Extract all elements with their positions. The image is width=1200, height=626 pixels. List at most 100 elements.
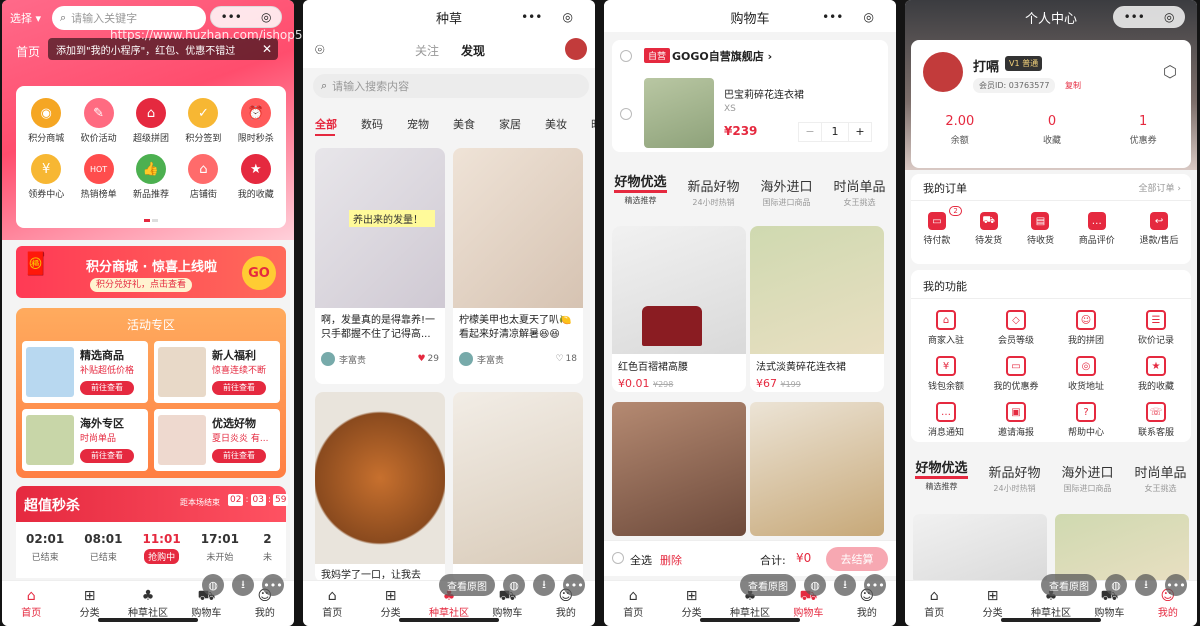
tab-home[interactable]: ⌂ 首页 (604, 581, 662, 626)
grid-item-hot-list[interactable]: HOT 热销榜单 (72, 154, 124, 200)
product-card[interactable]: 法式淡黄碎花连衣裙 ¥67 ¥199 (750, 226, 884, 392)
category-tab[interactable]: 时尚单品 女王挑选 (1134, 462, 1186, 494)
more-icon[interactable]: ••• (864, 574, 886, 596)
grid-item-store-street[interactable]: ⌂ 店铺街 (177, 154, 229, 200)
grid-item-coupon-center[interactable]: ¥ 领券中心 (20, 154, 72, 200)
miniprogram-capsule[interactable]: ••• ◎ (210, 6, 282, 28)
grid-item-points-mall[interactable]: ◉ 积分商城 (20, 98, 72, 144)
checkout-button[interactable]: 去结算 (826, 547, 888, 571)
product-card[interactable]: 红色百褶裙高腰 ¥0.01 ¥298 (612, 226, 746, 392)
grid-item-flash-sale[interactable]: ⏰ 限时秒杀 (230, 98, 282, 144)
stat-item[interactable]: 1 优惠券 (1130, 114, 1157, 146)
download-icon[interactable]: ⭳ (232, 574, 254, 596)
stat-item[interactable]: 2.00 余额 (945, 114, 974, 146)
download-icon[interactable]: ⭳ (834, 574, 856, 596)
function-help-center[interactable]: ? 帮助中心 (1051, 402, 1121, 438)
all-orders-link[interactable]: 全部订单 › (1139, 181, 1181, 194)
miniprogram-capsule[interactable]: ••• ◎ (812, 6, 884, 28)
function-customer-service[interactable]: ☏ 联系客服 (1121, 402, 1191, 438)
category-tab[interactable]: 家居 (499, 116, 521, 132)
qr-icon[interactable]: ◍ (1105, 574, 1127, 596)
heart-icon[interactable]: ♥ (417, 354, 425, 364)
category-tab[interactable]: 美妆 (545, 116, 567, 132)
avatar[interactable] (565, 38, 587, 60)
category-tab[interactable]: 新品好物 24小时热销 (687, 176, 739, 208)
category-tab[interactable]: 新品好物 24小时热销 (988, 462, 1040, 494)
view-button[interactable]: 前往查看 (80, 449, 134, 463)
category-tab[interactable]: 宠物 (407, 116, 429, 132)
activity-card[interactable]: 新人福利 惊喜连续不断 前往查看 (154, 341, 280, 403)
select-all-checkbox[interactable] (612, 552, 624, 564)
order-pending-shipment[interactable]: ⛟ 待发货 (975, 212, 1002, 246)
increase-button[interactable]: + (849, 123, 871, 141)
close-icon[interactable]: ✕ (262, 42, 272, 56)
tab-home[interactable]: ⌂ 首页 (2, 581, 60, 626)
category-tab[interactable]: 全部 (315, 116, 337, 132)
view-original-button[interactable]: 查看原图 (1041, 574, 1097, 596)
stat-item[interactable]: 0 收藏 (1043, 114, 1061, 146)
category-tab[interactable]: 好物优选 精选推荐 (915, 462, 968, 492)
banner-go-badge[interactable]: GO (242, 256, 276, 290)
close-capsule-icon[interactable]: ◎ (863, 10, 873, 24)
function-shipping-address[interactable]: ◎ 收货地址 (1051, 356, 1121, 392)
view-original-button[interactable]: 查看原图 (439, 574, 495, 596)
member-level-badge[interactable]: V1 普通 (1005, 56, 1043, 71)
activity-card[interactable]: 优选好物 夏日炎炎 有... 前往查看 (154, 409, 280, 471)
search-input[interactable]: ⌕ 请输入关键字 (52, 6, 206, 30)
qr-icon[interactable]: ◍ (503, 574, 525, 596)
miniprogram-capsule[interactable]: ••• ◎ (1113, 6, 1185, 28)
order-pending-payment[interactable]: ▭ 2 待付款 (923, 206, 962, 246)
product-image[interactable] (612, 402, 746, 536)
category-tab[interactable]: 好物优选 精选推荐 (614, 176, 667, 206)
category-tab[interactable]: 数码 (361, 116, 383, 132)
grid-item-group-buy[interactable]: ⌂ 超级拼团 (125, 98, 177, 144)
copy-button[interactable]: 复制 (1065, 80, 1081, 91)
function-my-favorites[interactable]: ★ 我的收藏 (1121, 356, 1191, 392)
activity-card[interactable]: 精选商品 补贴超低价格 前往查看 (22, 341, 148, 403)
delete-button[interactable]: 删除 (660, 552, 682, 568)
category-tab[interactable]: 时尚 (591, 116, 595, 132)
seckill-session[interactable]: 02:01 已结束 (26, 532, 64, 578)
seckill-session[interactable]: 17:01 未开始 (201, 532, 239, 578)
function-member-level[interactable]: ◇ 会员等级 (981, 310, 1051, 346)
tab-home[interactable]: ⌂ 首页 (905, 581, 963, 626)
post-card[interactable]: 我妈学了一口，让我去小... (315, 392, 445, 582)
item-name[interactable]: 巴宝莉碎花连衣裙 (724, 86, 804, 101)
heart-outline-icon[interactable]: ♡ (555, 354, 563, 364)
more-icon[interactable]: ••• (822, 10, 843, 24)
seckill-session[interactable]: 2未 (259, 532, 276, 578)
search-input[interactable]: ⌕ 请输入搜索内容 (313, 74, 589, 98)
camera-icon[interactable]: ⌾ (315, 40, 325, 60)
function-my-coupons[interactable]: ▭ 我的优惠券 (981, 356, 1051, 392)
item-checkbox[interactable] (620, 108, 632, 120)
more-icon[interactable]: ••• (221, 10, 242, 24)
post-card[interactable]: 柠檬美甲也太夏天了叭🍋看起来好清凉解暑😆😆 李富贵 ♡ 18 (453, 148, 583, 384)
seckill-session[interactable]: 08:01 已结束 (84, 532, 122, 578)
quantity-value[interactable]: 1 (821, 123, 849, 141)
seckill-session[interactable]: 11:01 抢购中 (142, 532, 181, 578)
category-tab[interactable]: 海外进口 国际进口商品 (760, 176, 812, 208)
tab-home[interactable]: ⌂ 首页 (303, 581, 361, 626)
function-wallet-balance[interactable]: ¥ 钱包余额 (911, 356, 981, 392)
grid-item-sign-in[interactable]: ✓ 积分签到 (177, 98, 229, 144)
qr-icon[interactable]: ◍ (804, 574, 826, 596)
post-card[interactable]: 养出来的发量！ 啊，发量真的是得靠养!一只手都握不住了记得高... 李富贵 ♥ … (315, 148, 445, 384)
download-icon[interactable]: ⭳ (1135, 574, 1157, 596)
decrease-button[interactable]: − (799, 123, 821, 141)
close-capsule-icon[interactable]: ◎ (1164, 10, 1174, 24)
avatar[interactable] (923, 52, 963, 92)
tab-follow[interactable]: 关注 (415, 42, 439, 59)
grid-item-bargain[interactable]: ✎ 砍价活动 (72, 98, 124, 144)
item-image[interactable] (644, 78, 714, 148)
view-original-button[interactable]: 查看原图 (740, 574, 796, 596)
activity-card[interactable]: 海外专区 时尚单品 前往查看 (22, 409, 148, 471)
points-mall-banner[interactable]: 🧧 积分商城 · 惊喜上线啦 积分兑好礼，点击查看 GO (16, 246, 286, 298)
store-checkbox[interactable] (620, 50, 632, 62)
more-icon[interactable]: ••• (1165, 574, 1187, 596)
more-icon[interactable]: ••• (262, 574, 284, 596)
select-all-label[interactable]: 全选 (630, 552, 652, 568)
view-button[interactable]: 前往查看 (80, 381, 134, 395)
close-capsule-icon[interactable]: ◎ (261, 10, 271, 24)
function-bargain-record[interactable]: ☰ 砍价记录 (1121, 310, 1191, 346)
function-my-group-buy[interactable]: ☺ 我的拼团 (1051, 310, 1121, 346)
